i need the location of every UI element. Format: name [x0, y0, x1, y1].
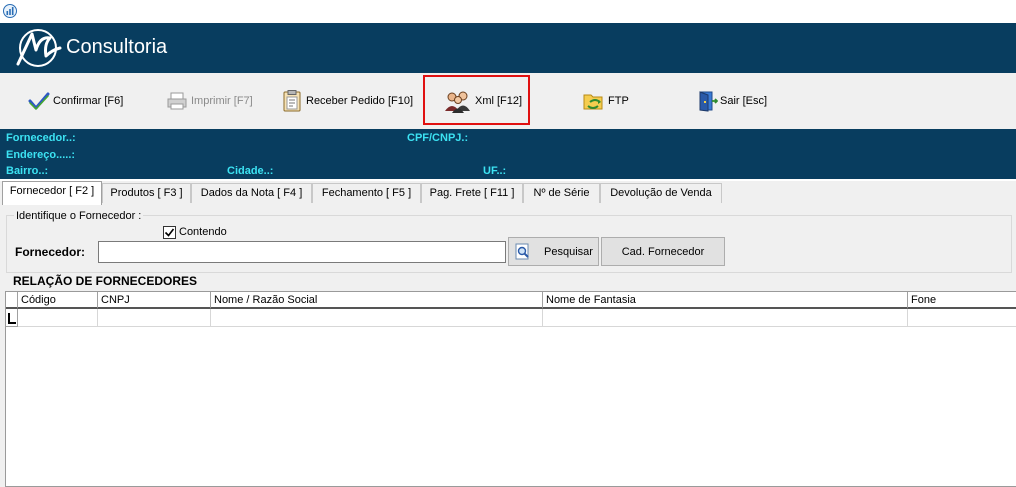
- tab-dados-da-nota[interactable]: Dados da Nota [ F4 ]: [191, 183, 312, 203]
- window-titlebar: [0, 0, 1016, 23]
- row-indicator[interactable]: [6, 309, 18, 327]
- tab-fechamento[interactable]: Fechamento [ F5 ]: [312, 183, 421, 203]
- imprimir-button[interactable]: Imprimir [F7]: [165, 73, 253, 129]
- cidade-info-label: Cidade..:: [227, 165, 274, 177]
- cpf-cnpj-info-label: CPF/CNPJ.:: [407, 132, 469, 144]
- brand-name: Consultoria: [66, 36, 168, 58]
- company-logo-icon: [16, 29, 62, 67]
- sair-label: Sair [Esc]: [720, 95, 768, 107]
- bairro-info-label: Bairro..:: [6, 165, 49, 177]
- group-title: Identifique o Fornecedor :: [14, 210, 144, 222]
- fornecedor-info-label: Fornecedor..:: [6, 132, 76, 144]
- cad-fornecedor-button[interactable]: Cad. Fornecedor: [601, 237, 725, 266]
- printer-icon: [167, 92, 187, 110]
- supplier-info-bar: Fornecedor..: CPF/CNPJ.: Endereço.....: …: [0, 129, 1016, 179]
- imprimir-label: Imprimir [F7]: [191, 95, 253, 107]
- column-header-nome-fantasia[interactable]: Nome de Fantasia: [543, 292, 908, 309]
- receber-pedido-button[interactable]: Receber Pedido [F10]: [280, 73, 413, 129]
- confirmar-button[interactable]: Confirmar [F6]: [27, 73, 123, 129]
- bar-chart-icon: [3, 4, 17, 18]
- clipboard-icon: [283, 90, 301, 112]
- grid-cell[interactable]: [98, 309, 211, 327]
- relacao-fornecedores-title: RELAÇÃO DE FORNECEDORES: [13, 274, 198, 288]
- fornecedor-panel: Identifique o Fornecedor : Contendo Forn…: [0, 205, 1016, 487]
- tab-produtos[interactable]: Produtos [ F3 ]: [102, 183, 191, 203]
- pesquisar-button[interactable]: Pesquisar: [508, 237, 599, 266]
- suppliers-grid[interactable]: Código CNPJ Nome / Razão Social Nome de …: [5, 291, 1016, 487]
- grid-corner-header: [6, 292, 18, 309]
- column-header-cnpj[interactable]: CNPJ: [98, 292, 211, 309]
- tab-numero-serie[interactable]: Nº de Série: [523, 183, 600, 203]
- exit-door-icon: [699, 91, 718, 112]
- tab-fornecedor[interactable]: Fornecedor [ F2 ]: [2, 181, 102, 205]
- pesquisar-label: Pesquisar: [544, 245, 593, 258]
- fornecedor-search-input[interactable]: [98, 241, 506, 263]
- receber-pedido-label: Receber Pedido [F10]: [306, 95, 414, 107]
- contendo-label: Contendo: [179, 226, 227, 238]
- xml-button-highlight: [423, 75, 530, 125]
- ftp-label: FTP: [608, 95, 629, 107]
- confirmar-label: Confirmar [F6]: [53, 95, 124, 107]
- app-banner: Consultoria: [0, 23, 1016, 73]
- tab-devolucao-venda[interactable]: Devolução de Venda: [600, 183, 722, 203]
- tab-strip: Fornecedor [ F2 ] Produtos [ F3 ] Dados …: [0, 181, 1016, 206]
- search-document-icon: [515, 243, 529, 259]
- grid-cell[interactable]: [908, 309, 1016, 327]
- fornecedor-field-label: Fornecedor:: [15, 245, 86, 259]
- ftp-folder-icon: [583, 94, 603, 110]
- endereco-info-label: Endereço.....:: [6, 149, 76, 161]
- column-header-fone[interactable]: Fone: [908, 292, 1016, 309]
- column-header-codigo[interactable]: Código: [18, 292, 98, 309]
- checkmark-icon: [164, 228, 175, 237]
- tab-pag-frete[interactable]: Pag. Frete [ F11 ]: [421, 183, 523, 203]
- grid-cell[interactable]: [211, 309, 543, 327]
- uf-info-label: UF..:: [483, 165, 507, 177]
- column-header-nome-razao-social[interactable]: Nome / Razão Social: [211, 292, 543, 309]
- cad-fornecedor-label: Cad. Fornecedor: [621, 245, 705, 258]
- ftp-button[interactable]: FTP: [582, 73, 629, 129]
- contendo-checkbox[interactable]: [163, 226, 176, 239]
- grid-cell[interactable]: [543, 309, 908, 327]
- checkmark-icon: [28, 92, 50, 110]
- grid-cell[interactable]: [18, 309, 98, 327]
- sair-button[interactable]: Sair [Esc]: [694, 73, 767, 129]
